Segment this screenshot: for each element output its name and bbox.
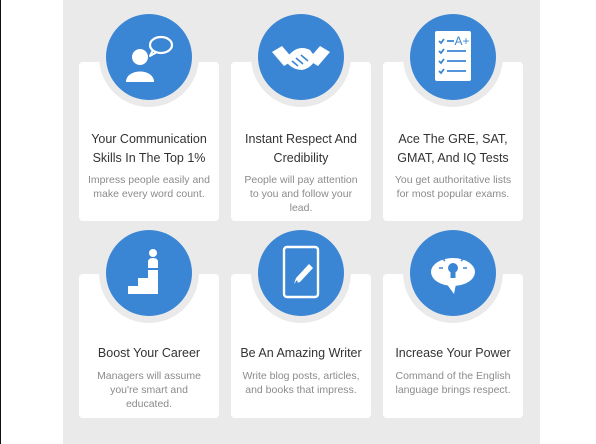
person-speech-icon (106, 14, 192, 100)
feature-desc-line: make every word count. (93, 188, 205, 200)
feature-icon-badge (99, 7, 199, 107)
grade-badge-text: A+ (454, 34, 469, 48)
feature-desc-line: Write blog posts, articles, (242, 370, 360, 382)
feature-icon-badge (99, 223, 199, 323)
feature-description: Impress people easily and make every wor… (79, 173, 219, 201)
feature-desc-line: You get authoritative lists (394, 174, 512, 186)
page-left-border (0, 0, 1, 444)
feature-title-line: Your Communication (91, 132, 207, 146)
feature-description: You get authoritative lists for most pop… (383, 173, 523, 201)
feature-description: Managers will assume you're smart and ed… (79, 369, 219, 411)
feature-title-line: GMAT, And IQ Tests (397, 151, 509, 165)
graded-checklist-icon: A+ (410, 14, 496, 100)
feature-desc-line: Impress people easily and (88, 174, 210, 186)
feature-title-line: Be An Amazing Writer (240, 346, 362, 360)
feature-title: Increase Your Power (383, 344, 523, 363)
feature-desc-line: to you and follow your (249, 188, 353, 200)
features-panel: Your Communication Skills In The Top 1% … (63, 0, 540, 444)
feature-desc-line: you're smart and (110, 384, 188, 396)
feature-title-line: Increase Your Power (395, 346, 511, 360)
feature-icon-badge: A+ (403, 7, 503, 107)
feature-description: People will pay attention to you and fol… (231, 173, 371, 215)
feature-title-line: Credibility (273, 151, 329, 165)
feature-title: Your Communication Skills In The Top 1% (79, 130, 219, 168)
feature-desc-line: People will pay attention (244, 174, 358, 186)
feature-title-line: Ace The GRE, SAT, (398, 132, 508, 146)
feature-title-line: Instant Respect And (245, 132, 357, 146)
feature-icon-badge (403, 223, 503, 323)
feature-icon-badge (251, 7, 351, 107)
feature-desc-line: and books that impress. (245, 384, 357, 396)
feature-description: Write blog posts, articles, and books th… (231, 369, 371, 397)
feature-desc-line: Managers will assume (97, 370, 201, 382)
career-stairs-icon (106, 230, 192, 316)
tablet-pen-icon (258, 230, 344, 316)
feature-title-line: Skills In The Top 1% (92, 151, 206, 165)
feature-desc-line: lead. (289, 202, 313, 214)
feature-title: Boost Your Career (79, 344, 219, 363)
feature-title-line: Boost Your Career (97, 346, 201, 360)
feature-title: Ace The GRE, SAT, GMAT, And IQ Tests (383, 130, 523, 168)
feature-desc-line: Command of the English (395, 370, 511, 382)
lightbulb-idea-icon (410, 230, 496, 316)
feature-title: Instant Respect And Credibility (231, 130, 371, 168)
feature-title: Be An Amazing Writer (231, 344, 371, 363)
feature-description: Command of the English language brings r… (383, 369, 523, 397)
handshake-icon (258, 14, 344, 100)
feature-desc-line: language brings respect. (395, 384, 511, 396)
feature-desc-line: educated. (125, 398, 173, 410)
feature-desc-line: for most popular exams. (396, 188, 510, 200)
feature-icon-badge (251, 223, 351, 323)
